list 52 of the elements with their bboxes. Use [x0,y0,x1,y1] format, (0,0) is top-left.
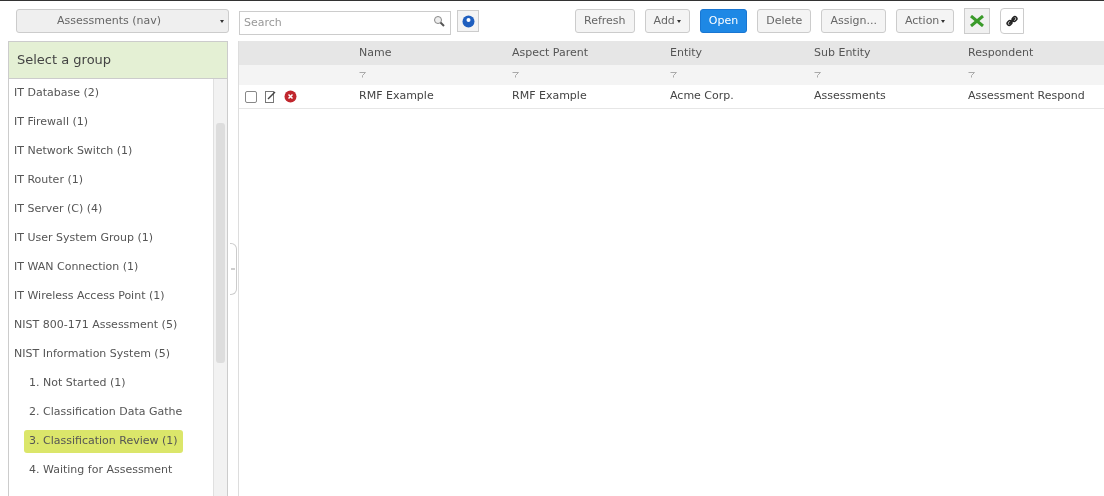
link-button[interactable] [1000,8,1025,34]
toolbar-button[interactable]: Action [895,9,955,33]
help-icon [461,14,475,28]
filter-icon[interactable] [814,72,821,78]
caret-icon [676,19,681,23]
toolbar-button[interactable]: Add [644,9,690,33]
panel-title: Select a group [9,42,227,79]
delete-icon[interactable] [284,90,297,103]
link-icon [1006,15,1019,27]
spreadsheet-icon [970,15,985,27]
group-item[interactable]: 2. Classification Data Gathe [9,398,213,427]
toolbar-button[interactable]: Refresh [575,9,635,33]
group-item[interactable]: IT Firewall (1) [9,108,213,137]
group-item[interactable]: IT User System Group (1) [9,224,213,253]
filter-icon[interactable] [512,72,519,78]
search-icon [433,15,445,27]
column-header[interactable]: Entity [670,41,814,65]
group-item[interactable]: IT Router (1) [9,166,213,195]
table-cell-text: RMF Example [512,88,588,105]
column-header[interactable]: Name [359,41,512,65]
group-item[interactable]: IT WAN Connection (1) [9,253,213,282]
edit-icon[interactable] [265,90,276,103]
help-button[interactable] [457,10,479,32]
column-header[interactable]: Aspect Parent [512,41,670,65]
group-item[interactable]: IT Wireless Access Point (1) [9,282,213,311]
caret-icon [220,19,224,23]
row-checkbox[interactable] [245,90,257,103]
column-header[interactable]: Sub Entity [814,41,968,65]
table-cell-text: Acme Corp. [670,88,735,105]
filter-icon[interactable] [670,72,677,78]
search-field[interactable]: Search [239,10,451,35]
group-item[interactable]: NIST Information System (5) [9,340,213,369]
filter-icon[interactable] [359,72,366,78]
nav-dropdown[interactable]: Assessments (nav) [16,9,229,33]
column-header[interactable]: Respondent [968,41,1104,65]
group-item[interactable]: NIST 800-171 Assessment (5) [9,311,213,340]
toolbar-button[interactable]: Assign... [821,9,886,33]
table-cell-text: Assessment Respond [968,88,1086,105]
caret-icon [941,19,946,23]
export-button[interactable] [964,8,991,34]
filter-icon[interactable] [968,72,975,78]
group-item[interactable]: 1. Not Started (1) [9,369,213,398]
group-item[interactable]: IT Server (C) (4) [9,195,213,224]
group-item[interactable]: 4. Waiting for Assessment [9,456,213,485]
table-cell-text: Assessments [814,88,887,105]
group-item[interactable]: IT Database (2) [9,79,213,108]
table-cell-text: RMF Example [359,88,435,105]
group-item[interactable]: IT Network Switch (1) [9,137,213,166]
scrollbar[interactable] [213,79,227,496]
open-button[interactable]: Open [699,9,748,33]
toolbar-button[interactable]: Delete [757,9,812,33]
collapse-handle[interactable] [229,242,237,295]
